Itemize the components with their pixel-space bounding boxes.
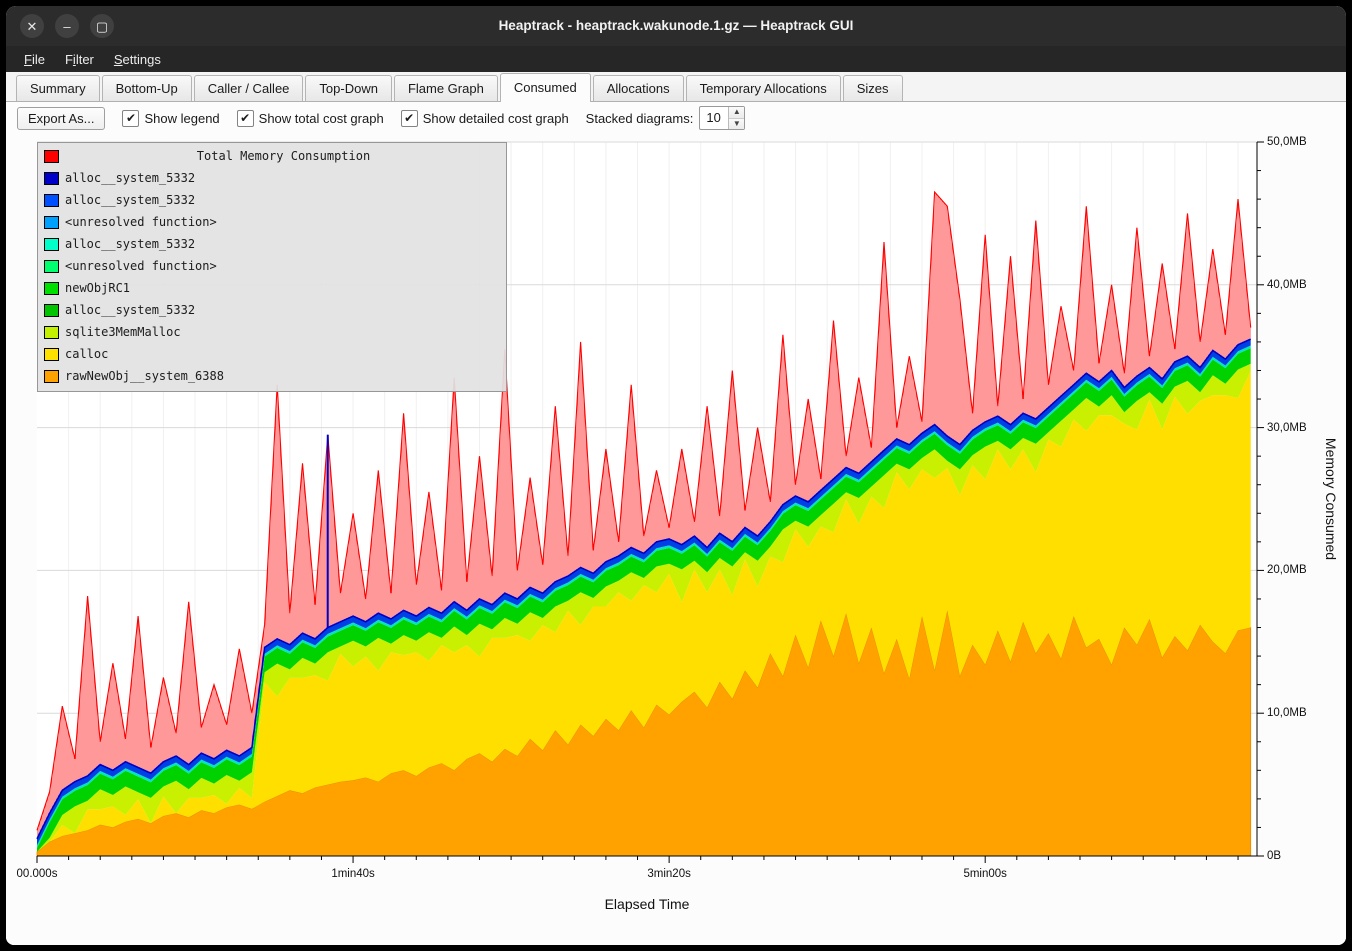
y-tick-label: 40,0MB: [1267, 279, 1307, 291]
titlebar[interactable]: ✕ – ▢ Heaptrack - heaptrack.wakunode.1.g…: [6, 6, 1346, 46]
legend-item: alloc__system_5332: [42, 233, 502, 255]
stacked-diagrams-spinbox[interactable]: 10 ▲ ▼: [699, 106, 745, 130]
legend-title-row: Total Memory Consumption: [42, 145, 502, 167]
y-axis-title: Memory Consumed: [1323, 438, 1339, 560]
legend-label: sqlite3MemMalloc: [65, 325, 181, 339]
x-tick-label: 1min40s: [331, 868, 374, 880]
legend-item: alloc__system_5332: [42, 189, 502, 211]
legend-item: sqlite3MemMalloc: [42, 321, 502, 343]
x-tick-label: 5min00s: [963, 868, 1006, 880]
spin-down-arrow[interactable]: ▼: [729, 119, 744, 130]
legend-label: newObjRC1: [65, 281, 130, 295]
legend-swatch-icon: [44, 348, 59, 361]
y-tick-label: 50,0MB: [1267, 136, 1307, 148]
legend-swatch-icon: [44, 260, 59, 273]
tab-bar: SummaryBottom-UpCaller / CalleeTop-DownF…: [6, 72, 1346, 102]
export-as-button[interactable]: Export As...: [17, 107, 105, 130]
window-title: Heaptrack - heaptrack.wakunode.1.gz — He…: [6, 6, 1346, 46]
legend-swatch-icon: [44, 326, 59, 339]
checkbox-show-total-cost-graph[interactable]: ✔ Show total cost graph: [237, 110, 384, 127]
legend-label: alloc__system_5332: [65, 171, 195, 185]
menu-settings[interactable]: Settings: [104, 49, 171, 70]
spin-value: 10: [700, 107, 728, 129]
menu-file[interactable]: File: [14, 49, 55, 70]
legend-item: newObjRC1: [42, 277, 502, 299]
y-tick-label: 30,0MB: [1267, 422, 1307, 434]
legend-swatch-icon: [44, 238, 59, 251]
x-tick-label: 00.000s: [17, 868, 58, 880]
legend-item: calloc: [42, 343, 502, 365]
menubar: FileFilterSettings: [6, 46, 1346, 72]
legend-swatch-icon: [44, 216, 59, 229]
legend-label: <unresolved function>: [65, 259, 217, 273]
chart-area: Total Memory Consumption alloc__system_53…: [6, 134, 1346, 945]
content: SummaryBottom-UpCaller / CalleeTop-DownF…: [6, 72, 1346, 945]
tab-sizes[interactable]: Sizes: [843, 75, 903, 101]
tab-temporary-allocations[interactable]: Temporary Allocations: [686, 75, 841, 101]
window-body: ✕ – ▢ Heaptrack - heaptrack.wakunode.1.g…: [6, 6, 1346, 945]
legend-item: alloc__system_5332: [42, 299, 502, 321]
legend-item: alloc__system_5332: [42, 167, 502, 189]
legend-swatch-icon: [44, 150, 59, 163]
x-tick-label: 3min20s: [647, 868, 690, 880]
legend-swatch-icon: [44, 304, 59, 317]
checkmark-icon: ✔: [401, 110, 418, 127]
spin-up-arrow[interactable]: ▲: [729, 107, 744, 119]
legend-label: alloc__system_5332: [65, 303, 195, 317]
checkmark-icon: ✔: [122, 110, 139, 127]
chart-legend: Total Memory Consumption alloc__system_53…: [37, 142, 507, 392]
toolbar: Export As... ✔ Show legend ✔ Show total cos…: [6, 102, 1346, 134]
tab-bottom-up[interactable]: Bottom-Up: [102, 75, 192, 101]
legend-swatch-icon: [44, 282, 59, 295]
legend-label: alloc__system_5332: [65, 237, 195, 251]
legend-label: calloc: [65, 347, 108, 361]
stacked-diagrams-label: Stacked diagrams:: [586, 111, 694, 126]
tab-allocations[interactable]: Allocations: [593, 75, 684, 101]
tab-top-down[interactable]: Top-Down: [305, 75, 392, 101]
checkmark-icon: ✔: [237, 110, 254, 127]
tab-caller-callee[interactable]: Caller / Callee: [194, 75, 304, 101]
legend-label: alloc__system_5332: [65, 193, 195, 207]
y-tick-label: 10,0MB: [1267, 707, 1307, 719]
legend-label: Total Memory Consumption: [65, 149, 502, 163]
y-tick-label: 0B: [1267, 850, 1281, 862]
x-axis-title: Elapsed Time: [605, 896, 690, 912]
legend-item: rawNewObj__system_6388: [42, 365, 502, 387]
tab-flame-graph[interactable]: Flame Graph: [394, 75, 498, 101]
app-window: ✕ – ▢ Heaptrack - heaptrack.wakunode.1.g…: [0, 0, 1352, 951]
legend-item: <unresolved function>: [42, 255, 502, 277]
tab-consumed[interactable]: Consumed: [500, 73, 591, 102]
legend-item: <unresolved function>: [42, 211, 502, 233]
legend-label: <unresolved function>: [65, 215, 217, 229]
legend-label: rawNewObj__system_6388: [65, 369, 224, 383]
checkbox-show-legend[interactable]: ✔ Show legend: [122, 110, 219, 127]
checkbox-show-detailed-cost-graph[interactable]: ✔ Show detailed cost graph: [401, 110, 569, 127]
legend-swatch-icon: [44, 194, 59, 207]
checkbox-label: Show legend: [144, 111, 219, 126]
tab-summary[interactable]: Summary: [16, 75, 100, 101]
menu-filter[interactable]: Filter: [55, 49, 104, 70]
legend-swatch-icon: [44, 172, 59, 185]
checkbox-label: Show detailed cost graph: [423, 111, 569, 126]
checkbox-label: Show total cost graph: [259, 111, 384, 126]
y-tick-label: 20,0MB: [1267, 564, 1307, 576]
legend-swatch-icon: [44, 370, 59, 383]
